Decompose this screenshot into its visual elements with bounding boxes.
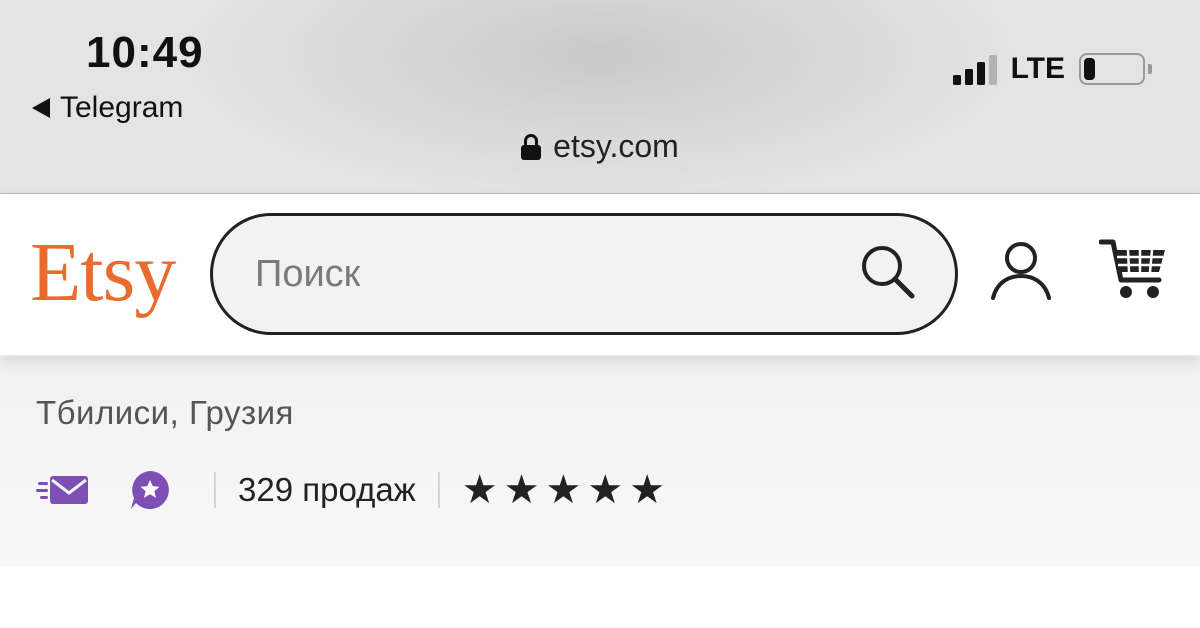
star-badge-icon	[128, 468, 172, 512]
url-text: etsy.com	[553, 128, 679, 164]
cart-button[interactable]	[1094, 231, 1174, 311]
star-icon: ★	[461, 468, 498, 512]
shop-stats: 329 продаж ★ ★ ★ ★ ★	[36, 462, 665, 518]
search-input[interactable]	[253, 251, 857, 297]
shop-info: Тбилиси, Грузия 329 продаж ★ ★ ★ ★ ★	[0, 356, 1200, 566]
star-icon: ★	[545, 468, 582, 512]
rating-stars: ★ ★ ★ ★ ★	[462, 470, 665, 510]
back-arrow-icon	[32, 98, 50, 118]
search-button[interactable]	[857, 243, 919, 305]
lock-icon	[521, 133, 542, 160]
site-header: Etsy	[0, 195, 1200, 355]
account-button[interactable]	[984, 235, 1058, 309]
user-icon	[989, 238, 1053, 307]
network-type: LTE	[1010, 52, 1065, 85]
cellular-signal-icon	[952, 53, 997, 85]
battery-icon	[1079, 53, 1152, 85]
fast-mail-icon	[36, 472, 90, 508]
status-clock: 10:49	[86, 28, 204, 77]
search-bar	[210, 213, 958, 335]
browser-chrome: 10:49 Telegram LTE etsy.com	[0, 0, 1200, 194]
address-bar[interactable]: etsy.com	[0, 128, 1200, 165]
battery-level	[1084, 58, 1096, 80]
search-icon	[858, 242, 918, 307]
etsy-logo[interactable]: Etsy	[30, 231, 176, 315]
back-to-app-link[interactable]: Telegram	[32, 90, 183, 126]
star-icon: ★	[587, 468, 624, 512]
back-app-label: Telegram	[60, 91, 184, 124]
star-icon: ★	[503, 468, 540, 512]
status-indicators: LTE	[952, 52, 1152, 86]
stats-divider	[214, 472, 216, 508]
shop-location: Тбилиси, Грузия	[36, 394, 294, 431]
sales-count: 329 продаж	[238, 471, 416, 508]
stats-divider	[437, 472, 440, 508]
star-icon: ★	[629, 468, 666, 512]
cart-icon	[1098, 236, 1169, 307]
